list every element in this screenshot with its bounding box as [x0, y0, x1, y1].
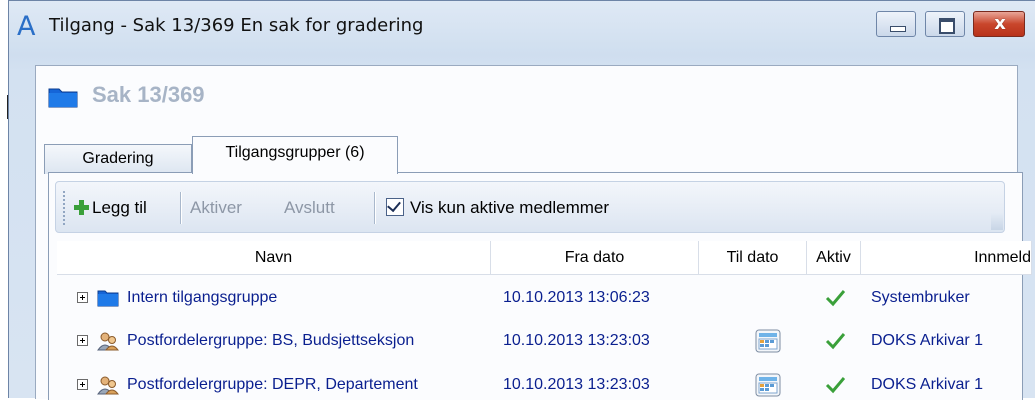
- tab-tilgangsgrupper[interactable]: Tilgangsgrupper (6): [192, 136, 398, 174]
- folder-icon: [48, 88, 78, 108]
- show-active-label[interactable]: Vis kun aktive medlemmer: [410, 194, 609, 222]
- expand-icon[interactable]: [77, 292, 88, 303]
- row-name: Postfordelergruppe: BS, Budsjettseksjon: [127, 332, 415, 349]
- column-header-name[interactable]: Navn: [57, 241, 491, 275]
- folder-icon: [97, 290, 119, 307]
- toolbar-grip[interactable]: [62, 190, 66, 226]
- toolbar: Legg til Aktiver Avslutt Vis kun aktive …: [55, 181, 1005, 233]
- row-from-date: 10.10.2013 13:23:03: [503, 376, 650, 393]
- end-button[interactable]: Avslutt: [284, 194, 335, 222]
- column-header-from-date[interactable]: Fra dato: [491, 241, 699, 275]
- maximize-icon: [939, 18, 955, 34]
- expand-icon[interactable]: [77, 335, 88, 346]
- calendar-icon[interactable]: [755, 329, 781, 353]
- checkmark-icon: [387, 197, 401, 213]
- users-icon: [97, 332, 119, 351]
- row-registered-by: DOKS Arkivar 1: [871, 332, 984, 349]
- content-area: Sak 13/369 Gradering Tilgangsgrupper (6)…: [35, 65, 1032, 400]
- toolbar-separator: [180, 192, 182, 224]
- tab-panel: Legg til Aktiver Avslutt Vis kun aktive …: [48, 172, 1032, 400]
- row-from-date: 10.10.2013 13:23:03: [503, 332, 650, 349]
- users-icon: [97, 376, 119, 395]
- case-header: Sak 13/369: [36, 66, 1017, 128]
- check-icon: [825, 333, 845, 350]
- table-row[interactable]: Postfordelergruppe: BS, Budsjettseksjon …: [57, 321, 1032, 361]
- calendar-icon[interactable]: [755, 373, 781, 397]
- dialog-window: A Tilgang - Sak 13/369 En sak for grader…: [8, 0, 1035, 400]
- column-header-active[interactable]: Aktiv: [807, 241, 861, 275]
- row-from-date: 10.10.2013 13:06:23: [503, 289, 650, 306]
- access-groups-grid: Navn Fra dato Til dato Aktiv Innmeld Int…: [57, 241, 1032, 401]
- maximize-button[interactable]: [925, 11, 965, 37]
- column-header-registered-by[interactable]: Innmeld: [861, 241, 1032, 275]
- row-registered-by: DOKS Arkivar 1: [871, 376, 984, 393]
- table-row[interactable]: Postfordelergruppe: DEPR, Departement 10…: [57, 365, 1032, 405]
- toolbar-separator: [374, 192, 376, 224]
- minimize-button[interactable]: [876, 11, 916, 37]
- column-header-to-date[interactable]: Til dato: [699, 241, 807, 275]
- check-icon: [825, 290, 845, 307]
- toolbar-overflow-button[interactable]: [991, 212, 1003, 230]
- check-icon: [825, 377, 845, 394]
- show-active-checkbox[interactable]: [386, 197, 404, 216]
- add-label: Legg til: [92, 198, 147, 217]
- background-edge: [0, 0, 9, 398]
- plus-icon: [74, 200, 89, 215]
- table-row[interactable]: Intern tilgangsgruppe 10.10.2013 13:06:2…: [57, 278, 1032, 318]
- tab-gradering[interactable]: Gradering: [44, 144, 192, 174]
- row-name: Postfordelergruppe: DEPR, Departement: [127, 376, 418, 393]
- row-registered-by: Systembruker: [871, 289, 970, 306]
- close-icon: x: [994, 13, 1006, 34]
- expand-icon[interactable]: [77, 379, 88, 390]
- close-button[interactable]: x: [973, 11, 1025, 37]
- window-title: Tilgang - Sak 13/369 En sak for graderin…: [49, 15, 424, 36]
- title-bar[interactable]: A Tilgang - Sak 13/369 En sak for grader…: [9, 1, 1035, 53]
- minimize-icon: [890, 26, 906, 32]
- activate-button[interactable]: Aktiver: [190, 194, 242, 222]
- add-button[interactable]: Legg til: [74, 194, 147, 222]
- app-icon: A: [17, 11, 36, 42]
- case-title: Sak 13/369: [92, 82, 205, 107]
- row-name: Intern tilgangsgruppe: [127, 289, 278, 306]
